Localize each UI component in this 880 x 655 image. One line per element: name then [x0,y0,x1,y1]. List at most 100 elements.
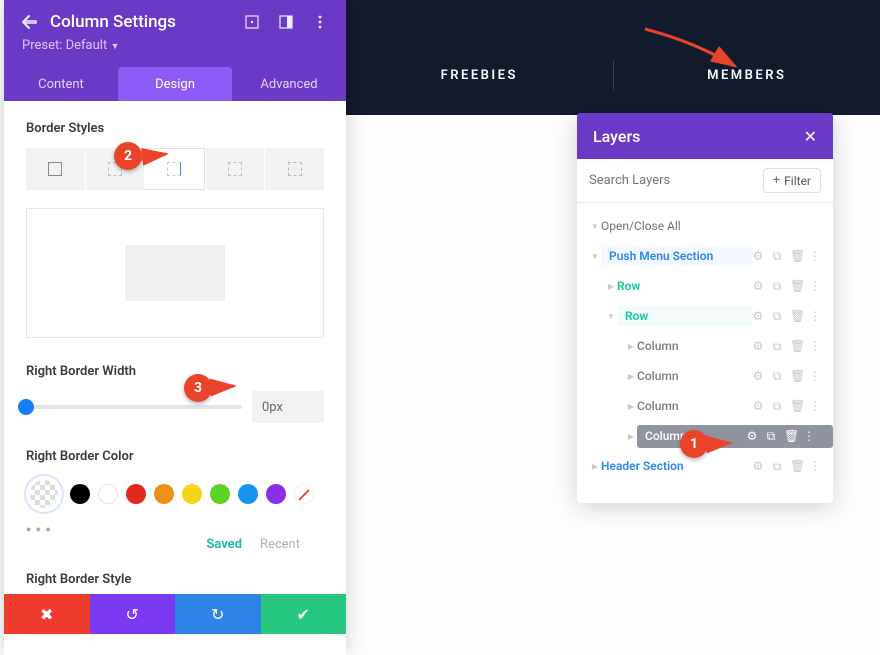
label-right-border-width: Right Border Width [26,364,324,379]
duplicate-icon[interactable]: ⧉ [765,429,777,444]
trash-icon[interactable]: 🗑 [790,369,802,384]
gear-icon[interactable]: ⚙ [752,339,764,354]
duplicate-icon[interactable]: ⧉ [771,399,783,414]
duplicate-icon[interactable]: ⧉ [771,369,783,384]
kebab-icon[interactable]: ⋮ [803,429,815,444]
trash-icon[interactable]: 🗑 [784,429,796,444]
open-close-all[interactable]: Open/Close All [601,219,833,233]
caret-icon[interactable]: ▼ [589,252,601,261]
duplicate-icon[interactable]: ⧉ [771,339,783,354]
undo-button[interactable]: ↺ [90,594,176,634]
panel-title: Column Settings [50,12,176,32]
panel-footer: ✖ ↺ ↻ ✔ [4,594,346,634]
layer-row[interactable]: Row [617,279,752,293]
duplicate-icon[interactable]: ⧉ [771,249,783,264]
gear-icon[interactable]: ⚙ [752,369,764,384]
swatch-orange[interactable] [154,484,174,504]
panel-tabs: Content Design Advanced [4,67,346,101]
recent-colors-tab[interactable]: Recent [260,537,300,552]
kebab-icon[interactable]: ⋮ [809,309,821,324]
expand-icon[interactable] [244,14,260,30]
swatch-white[interactable] [98,484,118,504]
dock-icon[interactable] [278,14,294,30]
tab-design[interactable]: Design [118,67,232,101]
caret-icon[interactable]: ▶ [625,402,637,411]
trash-icon[interactable]: 🗑 [790,309,802,324]
trash-icon[interactable]: 🗑 [790,249,802,264]
border-preview [26,208,324,338]
swatch-red[interactable] [126,484,146,504]
gear-icon[interactable]: ⚙ [752,309,764,324]
caret-icon[interactable]: ▶ [625,432,637,441]
close-icon[interactable]: ✕ [804,127,817,146]
caret-icon[interactable]: ▶ [589,462,601,471]
back-icon[interactable] [22,14,38,30]
gear-icon[interactable]: ⚙ [752,399,764,414]
swatch-green[interactable] [210,484,230,504]
redo-button[interactable]: ↻ [175,594,261,634]
border-all-button[interactable] [26,148,85,190]
layer-column[interactable]: Column [637,339,752,353]
tab-content[interactable]: Content [4,67,118,101]
layers-title: Layers [593,127,640,146]
layer-column[interactable]: Column [637,369,752,383]
more-colors-icon[interactable]: ● ● ● [26,524,324,535]
trash-icon[interactable]: 🗑 [790,459,802,474]
slider-thumb[interactable] [18,399,34,415]
kebab-icon[interactable]: ⋮ [809,369,821,384]
layer-push-menu-section[interactable]: Push Menu Section [601,246,752,266]
gear-icon[interactable]: ⚙ [752,249,764,264]
site-top-nav: FREEBIES MEMBERS [346,0,880,115]
label-right-border-color: Right Border Color [26,449,324,464]
layer-row[interactable]: Row [617,306,752,326]
caret-icon[interactable]: ▶ [605,282,617,291]
tab-advanced[interactable]: Advanced [232,67,346,101]
swatch-blue[interactable] [238,484,258,504]
duplicate-icon[interactable]: ⧉ [771,459,783,474]
layer-column[interactable]: Column [637,399,752,413]
kebab-icon[interactable]: ⋮ [809,249,821,264]
confirm-button[interactable]: ✔ [261,594,347,634]
layer-header-section[interactable]: Header Section [601,459,752,473]
border-width-value[interactable]: 0px [252,391,324,423]
kebab-icon[interactable]: ⋮ [809,339,821,354]
duplicate-icon[interactable]: ⧉ [771,279,783,294]
kebab-icon[interactable]: ⋮ [809,399,821,414]
border-bottom-button[interactable] [205,148,265,190]
filter-button[interactable]: +Filter [763,168,821,193]
border-right-button[interactable] [144,148,205,190]
column-settings-panel: Column Settings Preset: Default ▼ Conten… [4,0,346,655]
gear-icon[interactable]: ⚙ [746,429,758,444]
gear-icon[interactable]: ⚙ [752,279,764,294]
caret-icon[interactable]: ▶ [625,372,637,381]
swatch-black[interactable] [70,484,90,504]
border-width-slider[interactable] [26,405,242,409]
swatch-yellow[interactable] [182,484,202,504]
label-right-border-style: Right Border Style [26,572,324,587]
preset-selector[interactable]: Preset: Default ▼ [22,38,328,53]
trash-icon[interactable]: 🗑 [790,279,802,294]
kebab-icon[interactable]: ⋮ [809,279,821,294]
saved-colors-tab[interactable]: Saved [206,537,242,552]
layer-column-selected[interactable]: Column [645,429,746,443]
search-layers-input[interactable] [589,173,763,188]
caret-icon[interactable]: ▼ [589,222,601,231]
kebab-icon[interactable]: ⋮ [809,459,821,474]
trash-icon[interactable]: 🗑 [790,339,802,354]
swatch-purple[interactable] [266,484,286,504]
swatch-transparent[interactable] [26,476,62,512]
gear-icon[interactable]: ⚙ [752,459,764,474]
nav-item-freebies[interactable]: FREEBIES [346,68,613,83]
label-border-styles: Border Styles [26,121,324,136]
border-top-button[interactable] [85,148,145,190]
nav-item-members[interactable]: MEMBERS [614,68,880,83]
kebab-icon[interactable] [312,14,328,30]
color-swatches [26,476,324,512]
trash-icon[interactable]: 🗑 [790,399,802,414]
cancel-button[interactable]: ✖ [4,594,90,634]
swatch-none[interactable] [294,484,314,504]
caret-icon[interactable]: ▼ [605,312,617,321]
caret-icon[interactable]: ▶ [625,342,637,351]
duplicate-icon[interactable]: ⧉ [771,309,783,324]
border-left-button[interactable] [264,148,324,190]
